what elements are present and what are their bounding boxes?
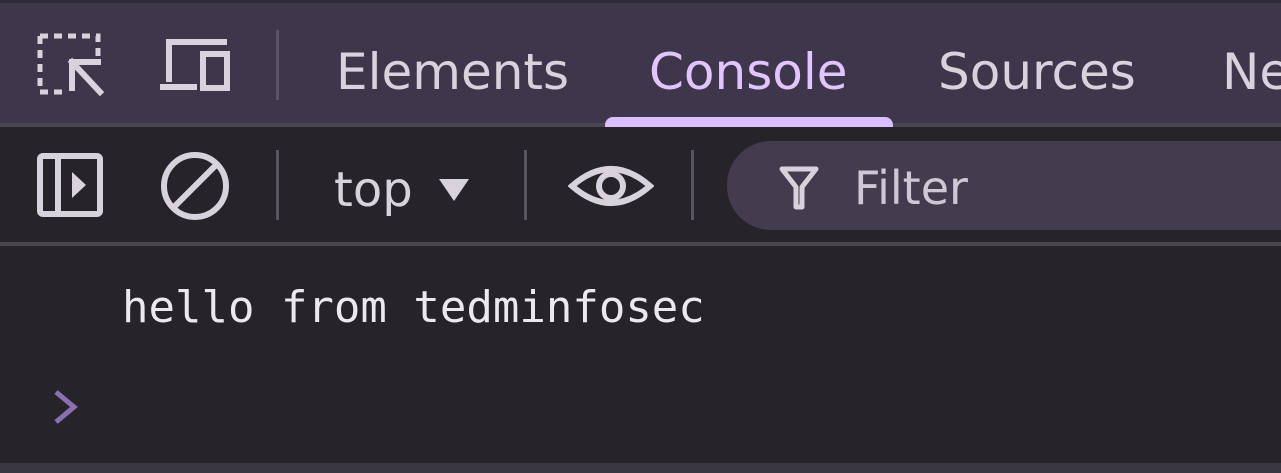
clear-console-icon[interactable]	[159, 150, 231, 222]
toolbar-separator	[276, 150, 279, 220]
sidebar-toggle-icon[interactable]	[36, 152, 104, 218]
inspect-element-icon[interactable]	[36, 32, 104, 98]
device-toolbar-icon[interactable]	[157, 36, 233, 94]
toolbar-separator	[691, 150, 694, 220]
console-message: hello from tedminfosec	[122, 282, 705, 333]
tab-bar-separator	[276, 30, 279, 100]
filter-placeholder: Filter	[854, 161, 968, 215]
toolbar-separator	[524, 150, 527, 220]
tab-sources[interactable]: Sources	[938, 40, 1136, 104]
active-tab-indicator	[605, 117, 893, 127]
tab-network[interactable]: Ne	[1222, 40, 1281, 104]
context-selector-value: top	[334, 162, 413, 218]
tab-console[interactable]: Console	[649, 40, 848, 104]
toolbar-divider	[0, 242, 1281, 246]
tab-elements[interactable]: Elements	[336, 40, 569, 104]
context-selector[interactable]: top	[334, 160, 471, 220]
prompt-chevron-icon[interactable]	[52, 388, 80, 426]
dropdown-caret-icon	[438, 179, 469, 201]
filter-funnel-icon	[779, 166, 819, 210]
eye-icon[interactable]	[568, 160, 654, 212]
console-bottom-border	[0, 463, 1281, 473]
